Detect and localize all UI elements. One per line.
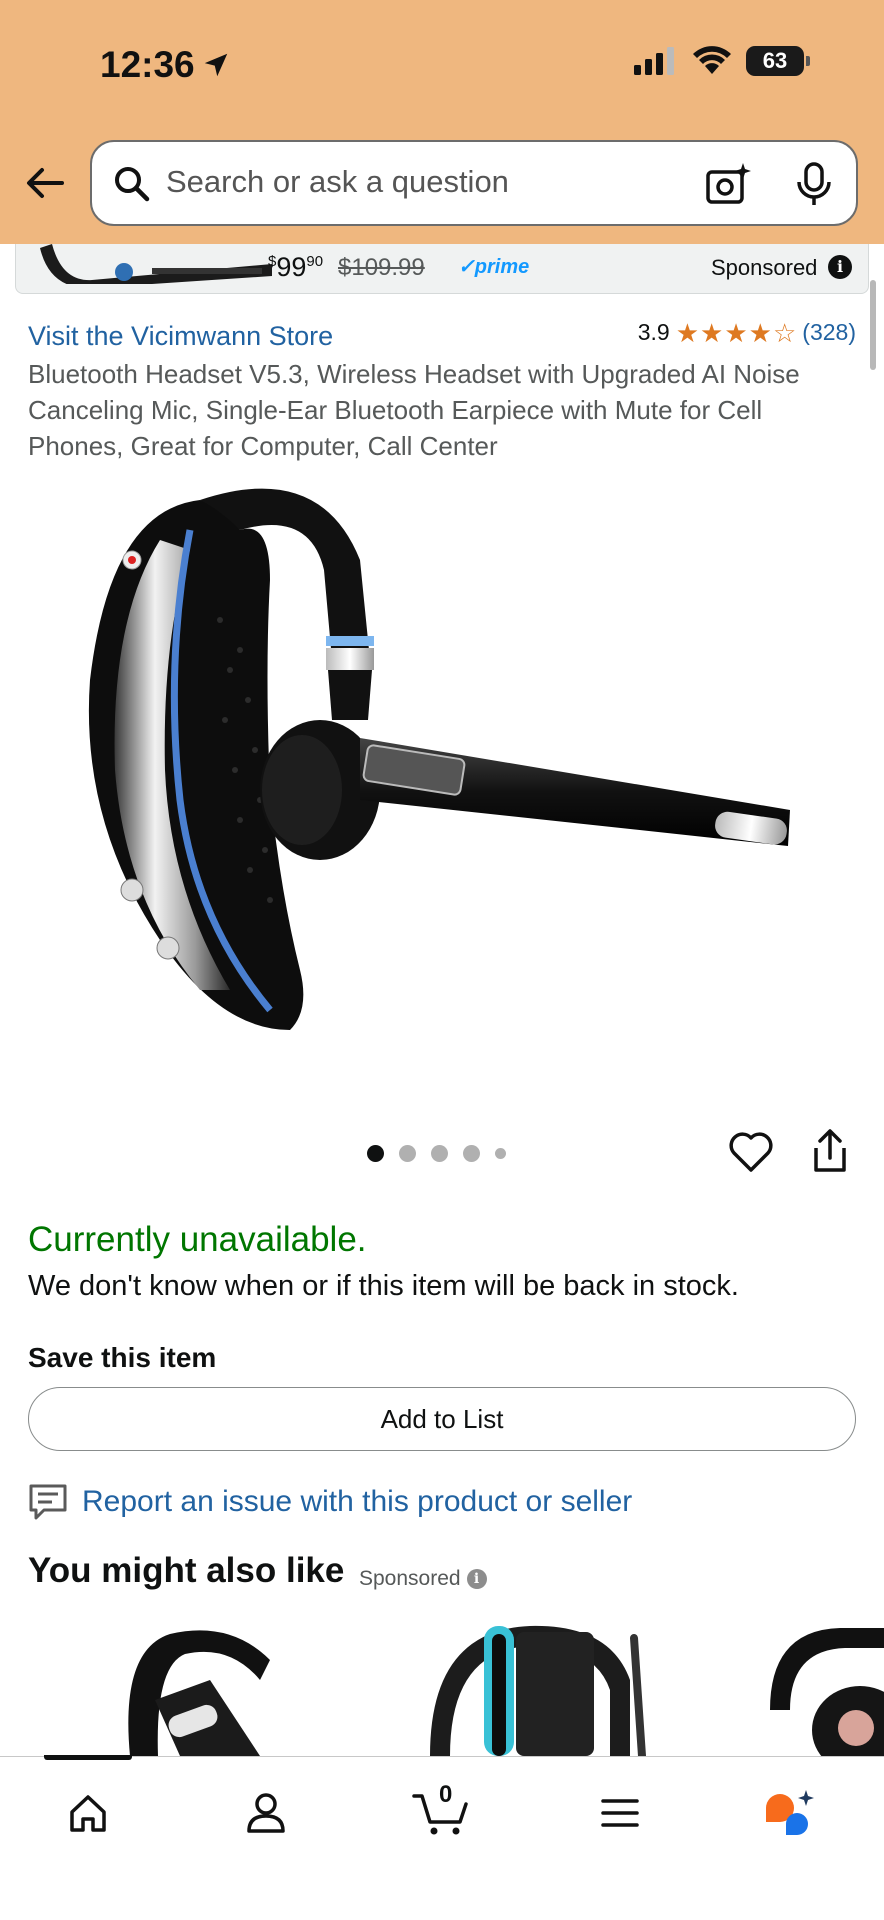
availability-status: Currently unavailable. bbox=[28, 1220, 367, 1259]
carousel-dot-active[interactable] bbox=[367, 1145, 384, 1162]
nav-home[interactable] bbox=[58, 1785, 118, 1841]
prime-badge: ✓prime bbox=[458, 256, 530, 278]
sponsored-product-image bbox=[40, 244, 272, 284]
carousel-dot[interactable] bbox=[463, 1145, 480, 1162]
scroll-indicator bbox=[870, 280, 876, 370]
status-indicators: 63 bbox=[634, 46, 810, 76]
nav-account[interactable] bbox=[236, 1785, 296, 1841]
search-bar[interactable]: Search or ask a question bbox=[90, 140, 858, 226]
product-image[interactable] bbox=[70, 470, 810, 1070]
search-icon bbox=[115, 167, 150, 202]
search-input[interactable]: Search or ask a question bbox=[166, 164, 509, 200]
share-icon[interactable] bbox=[810, 1128, 850, 1174]
product-rating[interactable]: 3.9 ★ ★ ★ ★ ☆ (328) bbox=[638, 319, 856, 346]
star-partial-icon: ★ bbox=[748, 317, 772, 348]
status-time: 12:36 bbox=[100, 44, 231, 86]
bottom-navigation: 0 bbox=[0, 1755, 884, 1920]
sponsored-price: $9990 bbox=[268, 252, 324, 282]
wifi-icon bbox=[693, 46, 731, 74]
star-full-icon: ★ bbox=[675, 317, 700, 348]
battery-indicator: 63 bbox=[746, 46, 810, 76]
location-arrow-icon bbox=[204, 53, 227, 77]
recommendations-sponsored: Sponsored i bbox=[359, 1567, 487, 1591]
report-issue-row[interactable]: Report an issue with this product or sel… bbox=[28, 1482, 632, 1522]
recommended-product-image[interactable] bbox=[760, 1620, 884, 1756]
rating-value: 3.9 bbox=[637, 319, 670, 345]
back-arrow-icon[interactable] bbox=[22, 160, 68, 206]
sponsored-list-price: $109.99 bbox=[338, 254, 425, 281]
store-link[interactable]: Visit the Vicimwann Store bbox=[28, 321, 333, 352]
recommended-product-image[interactable] bbox=[410, 1620, 670, 1756]
recommendations-sponsored-label: Sponsored bbox=[359, 1567, 461, 1590]
status-time-text: 12:36 bbox=[100, 44, 195, 85]
nav-menu[interactable] bbox=[590, 1785, 650, 1841]
battery-level: 63 bbox=[762, 48, 788, 73]
info-icon[interactable]: i bbox=[828, 255, 852, 279]
app-header: 12:36 63 Search or ask a question bbox=[0, 0, 884, 244]
review-count[interactable]: (328) bbox=[802, 319, 856, 346]
star-full-icon: ★ bbox=[700, 317, 724, 348]
nav-active-indicator bbox=[44, 1755, 132, 1760]
carousel-dot[interactable] bbox=[431, 1145, 448, 1162]
rating-stars: ★ ★ ★ ★ ☆ bbox=[676, 320, 797, 346]
feedback-icon bbox=[29, 1484, 67, 1520]
recommended-product-image[interactable] bbox=[100, 1620, 300, 1756]
image-carousel-dots[interactable] bbox=[367, 1145, 506, 1162]
microphone-icon[interactable] bbox=[792, 160, 836, 208]
product-title: Bluetooth Headset V5.3, Wireless Headset… bbox=[28, 359, 800, 461]
home-icon bbox=[70, 1795, 106, 1832]
carousel-dot[interactable] bbox=[399, 1145, 416, 1162]
info-icon[interactable]: i bbox=[466, 1569, 487, 1589]
cellular-signal-icon bbox=[634, 47, 674, 75]
rufus-icon bbox=[766, 1790, 814, 1835]
star-empty-icon: ☆ bbox=[772, 317, 797, 348]
sponsored-label: Sponsored bbox=[711, 255, 818, 280]
cart-count: 0 bbox=[439, 1781, 453, 1808]
report-issue-link[interactable]: Report an issue with this product or sel… bbox=[82, 1485, 632, 1519]
heart-icon[interactable] bbox=[728, 1130, 774, 1174]
sponsored-product-strip[interactable]: $9990 $109.99 ✓prime Sponsored i bbox=[15, 244, 869, 294]
star-full-icon: ★ bbox=[724, 317, 748, 348]
menu-icon bbox=[601, 1799, 639, 1827]
account-icon bbox=[247, 1793, 285, 1833]
recommendations-heading: You might also like bbox=[28, 1551, 345, 1590]
carousel-dot[interactable] bbox=[495, 1148, 506, 1159]
nav-cart[interactable]: 0 bbox=[410, 1781, 474, 1841]
save-item-heading: Save this item bbox=[28, 1342, 217, 1373]
nav-rufus[interactable] bbox=[760, 1785, 820, 1841]
add-to-list-button[interactable]: Add to List bbox=[28, 1387, 856, 1451]
camera-search-icon[interactable] bbox=[704, 160, 752, 208]
availability-note: We don't know when or if this item will … bbox=[28, 1270, 739, 1302]
